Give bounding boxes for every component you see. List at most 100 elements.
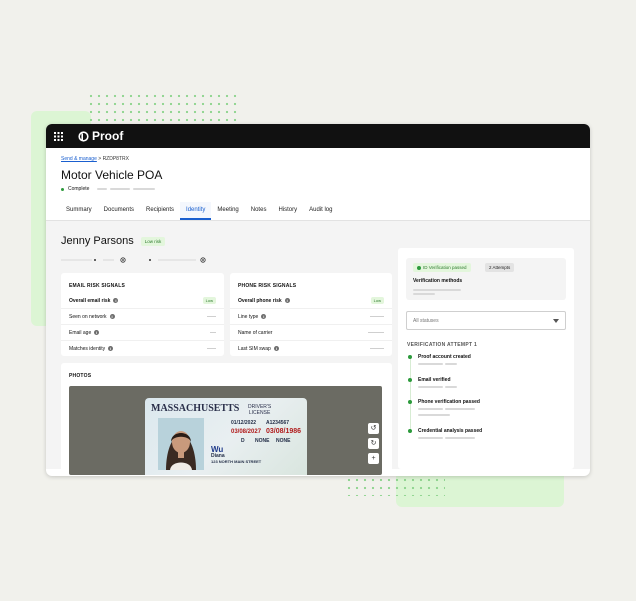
phone-risk-row: Line type i	[230, 309, 392, 325]
id-restrictions: NONE	[255, 438, 270, 444]
info-icon[interactable]: i	[284, 298, 290, 303]
top-bar: Proof	[46, 124, 590, 148]
step-detail-placeholder	[418, 408, 443, 410]
status-text: Complete	[68, 186, 90, 192]
email-risk-row: Seen on network i	[61, 309, 224, 325]
photos-title: PHOTOS	[69, 373, 92, 379]
tab-recipients[interactable]: Recipients	[140, 202, 180, 220]
photo-controls: ↺ ↻ +	[368, 423, 379, 468]
person-name: Jenny Parsons	[61, 235, 134, 247]
email-risk-row: Matches identity i	[61, 341, 224, 356]
identity-panel: Jenny Parsons Low risk EMAIL RISK SIGNAL…	[46, 221, 590, 476]
timeline-step: Proof account created	[408, 354, 574, 382]
attempt-title: VERIFICATION ATTEMPT 1	[407, 342, 478, 348]
value-placeholder	[207, 316, 216, 317]
row-label: Last SIM swap	[238, 345, 271, 352]
value-placeholder	[370, 316, 384, 317]
rotate-right-icon[interactable]: ↻	[368, 438, 379, 449]
timeline-step: Phone verification passed	[408, 399, 574, 433]
id-verification-label: ID Verification passed	[423, 265, 467, 270]
step-detail-placeholder	[445, 437, 475, 439]
row-label: Overall email risk	[69, 297, 111, 304]
id-photo-viewer[interactable]: MASSACHUSETTS DRIVER'S LICENSE 01/12/202…	[69, 386, 382, 475]
method-placeholder	[413, 289, 461, 291]
row-label: Line type	[238, 313, 259, 320]
tab-bar: Summary Documents Recipients Identity Me…	[46, 202, 590, 221]
id-endorsements: NONE	[276, 438, 291, 444]
method-placeholder	[413, 293, 435, 295]
person-header: Jenny Parsons Low risk	[61, 235, 166, 247]
app-grid-button[interactable]	[46, 124, 70, 148]
status-filter-value: All statuses	[413, 317, 439, 324]
step-detail-placeholder	[418, 386, 443, 388]
identity-progress	[61, 257, 206, 263]
page-title: Motor Vehicle POA	[61, 168, 163, 182]
step-detail-placeholder	[418, 414, 450, 416]
status-dot-icon	[61, 187, 64, 191]
phone-risk-row: Last SIM swap i	[230, 341, 392, 356]
row-label: Matches identity	[69, 345, 106, 352]
tab-audit-log[interactable]: Audit log	[303, 202, 338, 220]
tab-notes[interactable]: Notes	[245, 202, 273, 220]
id-exp-date: 03/08/2027	[231, 429, 262, 435]
phone-risk-row: Overall phone risk i Low	[230, 293, 392, 309]
status-meta-placeholder	[97, 188, 108, 190]
proof-logo[interactable]: Proof	[78, 129, 123, 143]
tab-history[interactable]: History	[272, 202, 303, 220]
row-label: Overall phone risk	[238, 297, 282, 304]
step-complete-icon	[408, 378, 412, 382]
zoom-in-icon[interactable]: +	[368, 453, 379, 464]
status-filter-select[interactable]: All statuses	[406, 311, 566, 330]
value-placeholder	[207, 348, 216, 349]
background-dots-bottom	[345, 476, 445, 496]
step-detail-placeholder	[445, 408, 475, 410]
tab-identity[interactable]: Identity	[180, 202, 212, 220]
info-icon[interactable]: i	[108, 346, 114, 351]
id-license-number: A1234567	[266, 420, 290, 426]
id-state: MASSACHUSETTS	[151, 403, 240, 414]
tab-meeting[interactable]: Meeting	[211, 202, 244, 220]
row-label: Name of carrier	[238, 329, 273, 336]
id-verification-badge: ID Verification passed	[413, 263, 471, 272]
tab-summary[interactable]: Summary	[60, 202, 98, 220]
rotate-left-icon[interactable]: ↺	[368, 423, 379, 434]
breadcrumb-link-send-manage[interactable]: Send & manage	[61, 156, 97, 162]
email-risk-row: Overall email risk i Low	[61, 293, 224, 309]
value-placeholder	[210, 332, 216, 333]
phone-risk-title: PHONE RISK SIGNALS	[238, 283, 297, 289]
photos-card: PHOTOS MASSACHUSETTS DRIVER'S LICENSE 01…	[61, 363, 392, 476]
grid-icon	[53, 131, 63, 141]
info-icon[interactable]: i	[94, 330, 100, 335]
email-risk-card: EMAIL RISK SIGNALS Overall email risk i L…	[61, 273, 224, 356]
value-placeholder	[370, 348, 384, 349]
proof-logo-icon	[78, 130, 89, 142]
verification-summary: ID Verification passed 2 Attempts Verifi…	[406, 258, 566, 300]
phone-risk-row: Name of carrier	[230, 325, 392, 341]
breadcrumb-transaction-id: RZDP8TRX	[102, 156, 129, 162]
verification-panel: ID Verification passed 2 Attempts Verifi…	[398, 248, 574, 469]
transaction-header: Send & manage > RZDP8TRX Motor Vehicle P…	[46, 148, 590, 192]
row-label: Seen on network	[69, 313, 107, 320]
info-icon[interactable]: i	[261, 314, 267, 319]
id-type-line: LICENSE	[248, 410, 271, 416]
email-risk-row: Email age i	[61, 325, 224, 341]
status-meta-placeholder	[110, 188, 131, 190]
step-complete-icon	[408, 429, 412, 433]
drivers-license-image: MASSACHUSETTS DRIVER'S LICENSE 01/12/202…	[145, 398, 307, 475]
step-detail-placeholder	[445, 363, 457, 365]
step-detail-placeholder	[418, 363, 443, 365]
timeline-step: Email verified	[408, 377, 574, 404]
step-detail-placeholder	[445, 386, 457, 388]
check-icon	[417, 265, 421, 270]
info-icon[interactable]: i	[273, 346, 279, 351]
id-class: D	[241, 438, 245, 444]
verification-methods-label: Verification methods	[413, 278, 463, 284]
info-icon[interactable]: i	[113, 298, 119, 303]
id-type: DRIVER'S LICENSE	[248, 404, 271, 416]
low-badge: Low	[370, 297, 384, 304]
tab-documents[interactable]: Documents	[98, 202, 140, 220]
info-icon[interactable]: i	[109, 314, 115, 319]
id-portrait	[158, 418, 204, 470]
value-placeholder	[368, 332, 384, 333]
background-dots-top	[87, 92, 237, 122]
